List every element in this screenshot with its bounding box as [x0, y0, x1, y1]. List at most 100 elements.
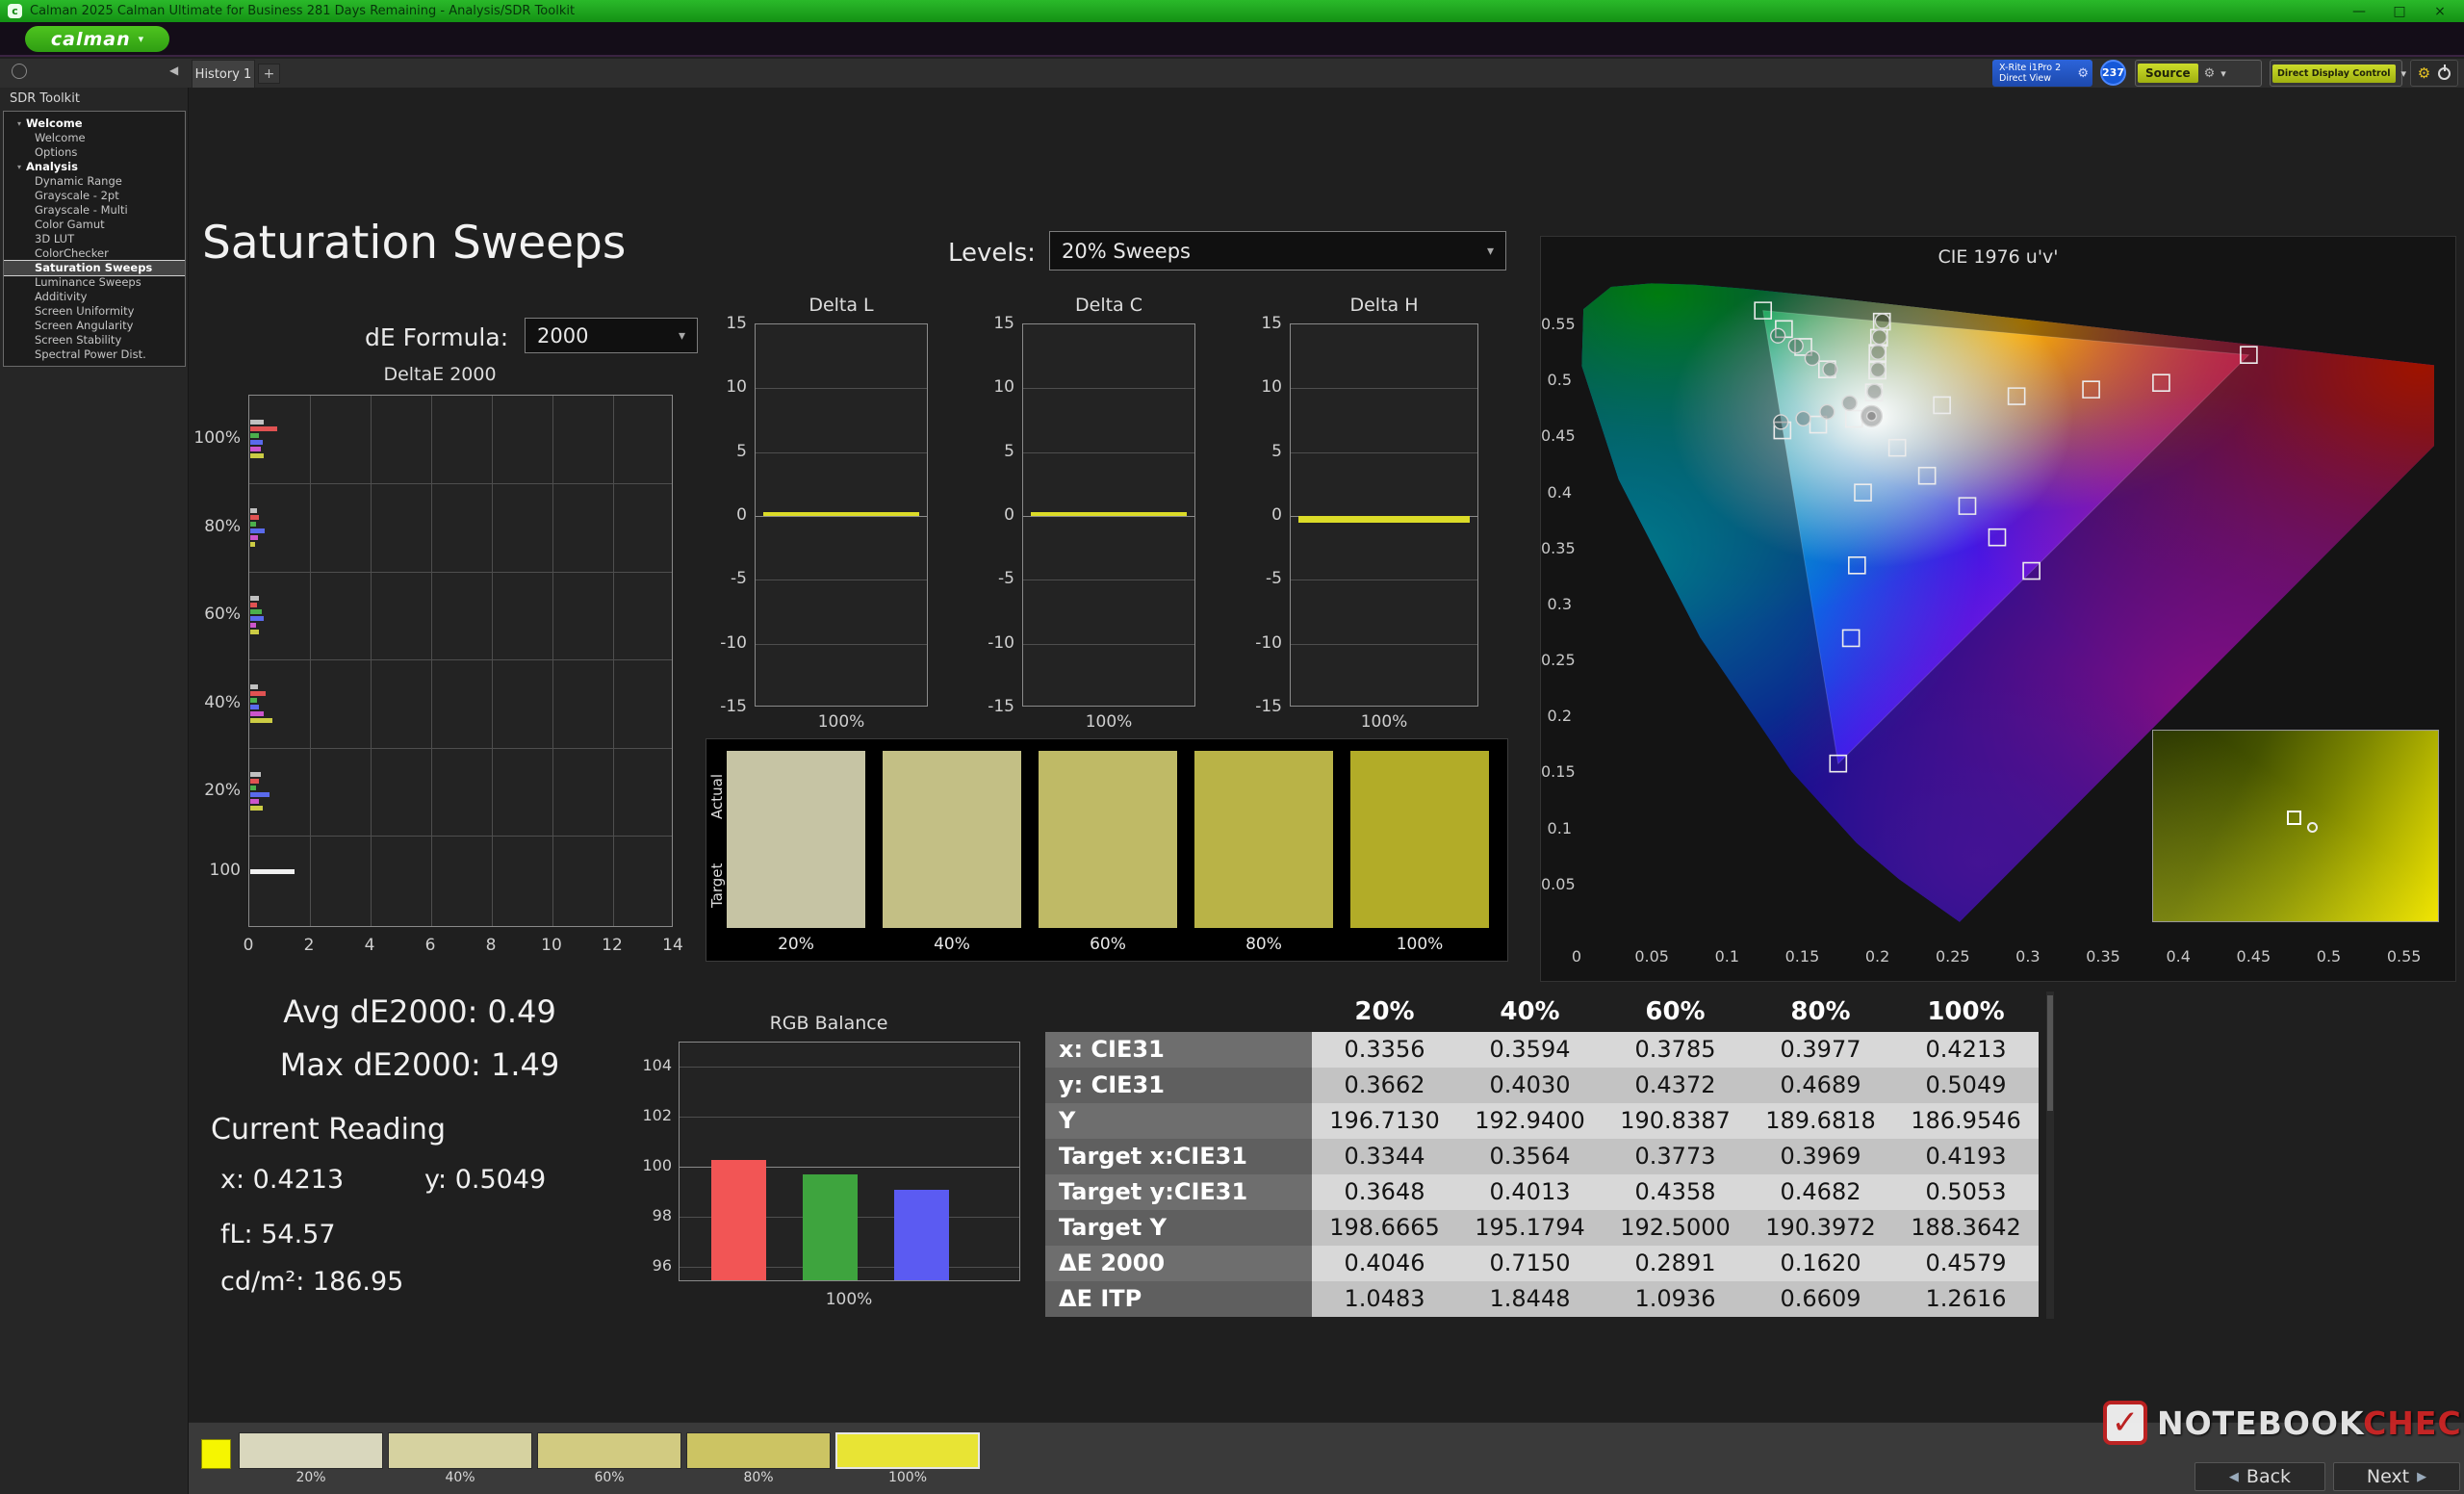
sidebar-item-luminance-sweeps[interactable]: Luminance Sweeps — [4, 275, 185, 290]
calman-logo: calman — [51, 29, 131, 50]
table-cell: 0.4013 — [1457, 1174, 1603, 1210]
tab-label: History 1 — [195, 67, 252, 82]
expander-icon[interactable]: ▾ — [17, 160, 21, 174]
row-label: Target Y — [1045, 1210, 1312, 1246]
y-tick-label: 0.35 — [1541, 539, 1572, 558]
de-bar — [250, 623, 256, 628]
sidebar-item-welcome[interactable]: ▾Welcome — [4, 116, 185, 131]
new-tab-button[interactable]: + — [258, 64, 280, 84]
current-y: y: 0.5049 — [424, 1165, 546, 1195]
levels-dropdown[interactable]: 20% Sweeps ▾ — [1049, 231, 1506, 270]
measurement-marker — [1796, 411, 1810, 425]
minimize-button[interactable]: — — [2343, 4, 2375, 19]
de-formula-dropdown[interactable]: 2000 ▾ — [525, 318, 698, 353]
sidebar-item-screen-uniformity[interactable]: Screen Uniformity — [4, 304, 185, 319]
source-dropdown[interactable]: Source ⚙ ▾ — [2135, 60, 2262, 87]
sidebar-item-grayscale-multi[interactable]: Grayscale - Multi — [4, 203, 185, 218]
y-tick-label: 102 — [628, 1106, 672, 1125]
de-bar — [250, 447, 261, 451]
x-tick-label: 14 — [654, 936, 692, 955]
chevron-down-icon: ▾ — [139, 33, 144, 45]
gridline — [552, 396, 553, 926]
active-pattern-tile[interactable] — [201, 1439, 231, 1469]
x-tick-label: 0.55 — [2375, 947, 2433, 966]
pattern-thumb-60%[interactable]: 60% — [537, 1432, 681, 1488]
sidebar-item-saturation-sweeps[interactable]: Saturation Sweeps — [4, 261, 185, 275]
notebookcheck-watermark: ✓ NOTEBOOKCHECK — [2103, 1401, 2464, 1445]
de-bar — [250, 515, 259, 520]
white-point-marker — [1867, 411, 1877, 421]
y-tick-label: 104 — [628, 1056, 672, 1075]
pattern-label: 80% — [686, 1469, 831, 1487]
sidebar-item-options[interactable]: Options — [4, 145, 185, 160]
rgb-balance-title: RGB Balance — [684, 1013, 973, 1034]
column-header: 40% — [1457, 992, 1603, 1032]
de-bar — [250, 799, 259, 804]
sidebar-item-screen-angularity[interactable]: Screen Angularity — [4, 319, 185, 333]
table-row: ΔE ITP1.04831.84481.09360.66091.2616 — [1045, 1281, 2046, 1317]
gridline — [371, 396, 372, 926]
pattern-thumb-20%[interactable]: 20% — [239, 1432, 383, 1488]
sidebar-item-analysis[interactable]: ▾Analysis — [4, 160, 185, 174]
sidebar-item-spectral-power-dist[interactable]: Spectral Power Dist. — [4, 348, 185, 362]
delta-value-bar — [1298, 516, 1470, 523]
de-bar — [250, 718, 272, 723]
delta-chart-delta-c — [1022, 323, 1195, 707]
y-tick-label: 100% — [191, 428, 241, 448]
de-bar — [250, 772, 261, 777]
y-tick-label: 0.2 — [1541, 707, 1572, 726]
sidebar-item-dynamic-range[interactable]: Dynamic Range — [4, 174, 185, 189]
gridline — [1291, 388, 1477, 389]
calman-menu-button[interactable]: calman ▾ — [25, 26, 169, 52]
maximize-button[interactable]: □ — [2383, 4, 2416, 19]
notebookcheck-logo-icon: ✓ — [2103, 1401, 2147, 1445]
de-bar — [250, 453, 264, 458]
titlebar: c Calman 2025 Calman Ultimate for Busine… — [0, 0, 2464, 22]
swatch-percent-label: 100% — [1350, 935, 1489, 954]
back-button[interactable]: ◀ Back — [2194, 1462, 2325, 1491]
table-cell: 0.3594 — [1457, 1032, 1603, 1068]
pattern-thumb-80%[interactable]: 80% — [686, 1432, 831, 1488]
actual-row-label: Actual — [708, 753, 728, 841]
de-bar — [250, 426, 277, 431]
swatch-percent-label: 20% — [727, 935, 865, 954]
pattern-label: 40% — [388, 1469, 532, 1487]
measurement-marker — [1872, 330, 1886, 345]
cie-zoom-inset — [2152, 730, 2439, 922]
de-bar — [250, 528, 265, 533]
watermark-text: NOTEBOOK — [2157, 1404, 2363, 1442]
sidebar-item-grayscale-2pt[interactable]: Grayscale - 2pt — [4, 189, 185, 203]
sidebar-pin-icon[interactable] — [12, 64, 27, 79]
table-cell: 0.1620 — [1748, 1246, 1893, 1281]
sidebar-item-additivity[interactable]: Additivity — [4, 290, 185, 304]
sidebar-item-3d-lut[interactable]: 3D LUT — [4, 232, 185, 246]
measurement-marker — [1774, 415, 1788, 429]
rgb-x-label: 100% — [820, 1290, 878, 1309]
swatch-100% — [1350, 751, 1489, 928]
gridline — [1023, 516, 1194, 517]
tab-history-1[interactable]: History 1 — [192, 60, 255, 88]
de-bar — [250, 711, 264, 716]
pattern-thumb-100%[interactable]: 100% — [835, 1432, 980, 1488]
next-button[interactable]: Next ▶ — [2333, 1462, 2460, 1491]
sidebar-item-colorchecker[interactable]: ColorChecker — [4, 246, 185, 261]
pattern-thumb-40%[interactable]: 40% — [388, 1432, 532, 1488]
sidebar-item-screen-stability[interactable]: Screen Stability — [4, 333, 185, 348]
meter-button[interactable]: X-Rite i1Pro 2 Direct View ⚙ — [1992, 60, 2092, 87]
sidebar-item-label: Screen Stability — [35, 333, 121, 348]
settings-gear-icon[interactable]: ⚙ — [2418, 64, 2430, 82]
expander-icon[interactable]: ▾ — [17, 116, 21, 131]
gridline — [756, 452, 927, 453]
collapse-sidebar-icon[interactable]: ◀ — [169, 64, 178, 77]
sidebar-item-color-gamut[interactable]: Color Gamut — [4, 218, 185, 232]
sidebar-item-welcome[interactable]: Welcome — [4, 131, 185, 145]
table-scrollbar[interactable] — [2046, 992, 2054, 1319]
power-icon[interactable] — [2438, 67, 2451, 80]
display-control-dropdown[interactable]: Direct Display Control ▾ — [2270, 60, 2402, 87]
x-tick-label: 0.45 — [2224, 947, 2282, 966]
table-cell: 1.8448 — [1457, 1281, 1603, 1317]
table-cell: 186.9546 — [1893, 1103, 2039, 1139]
close-button[interactable]: × — [2424, 4, 2456, 19]
y-tick-label: -15 — [699, 697, 747, 716]
y-tick-label: 98 — [628, 1206, 672, 1225]
